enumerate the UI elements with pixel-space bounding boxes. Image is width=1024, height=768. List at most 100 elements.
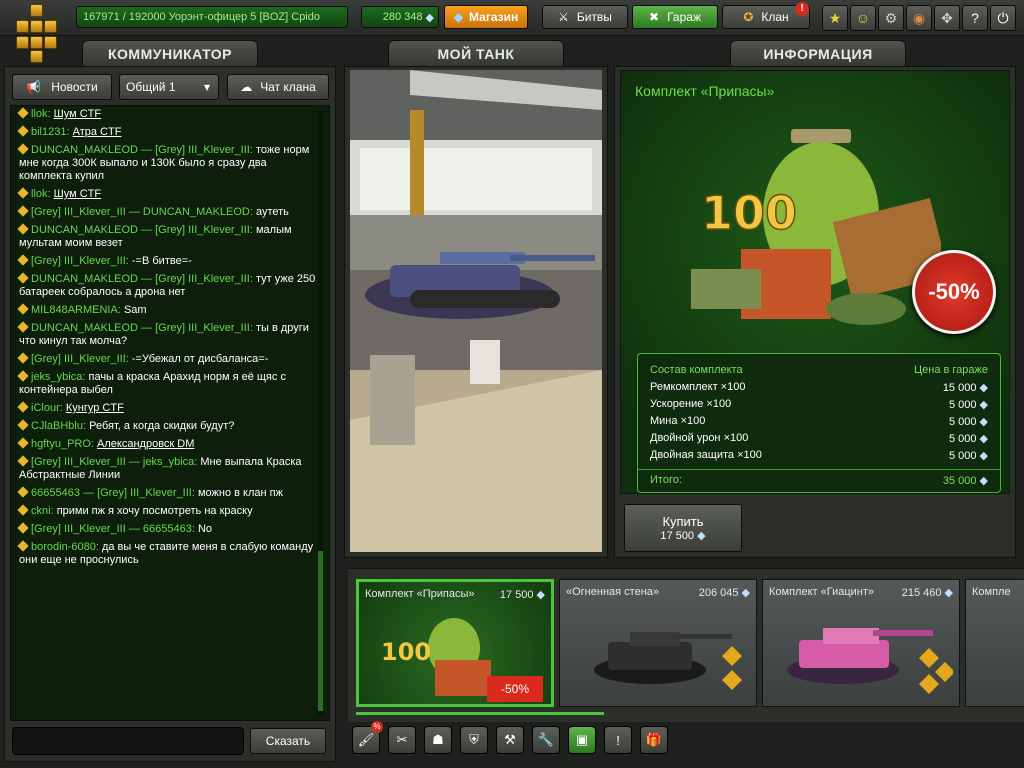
card-discount-badge: -50% xyxy=(487,676,543,702)
channel-select[interactable]: Общий 1 ▾ xyxy=(119,74,219,100)
card-price: 17 500 xyxy=(499,589,534,601)
chat-recipient[interactable]: jeks_ybica: xyxy=(143,456,197,468)
paint-category-icon[interactable]: 🖌% xyxy=(352,721,383,754)
crystal-icon: ◆ xyxy=(536,589,545,601)
chat-username[interactable]: 66655463 — xyxy=(31,487,94,499)
battles-button[interactable]: ⚔ Битвы xyxy=(542,5,628,29)
sound-icon[interactable]: ◉ xyxy=(906,5,932,31)
chat-username[interactable]: DUNCAN_MAKLEOD — xyxy=(31,273,152,285)
chat-text: -=Убежал от дисбаланса=- xyxy=(131,353,269,365)
discount-dot-icon: % xyxy=(371,721,383,733)
friends-icon[interactable]: ☺ xyxy=(850,5,876,31)
news-button[interactable]: 📢 Новости xyxy=(12,74,112,100)
kits-category-icon[interactable]: ▣ xyxy=(568,726,596,754)
help-icon[interactable]: ? xyxy=(962,5,988,31)
kit-item-price: 5 000 xyxy=(948,416,977,428)
chat-message: [Grey] III_Klever_III — DUNCAN_MAKLEOD: … xyxy=(11,204,329,222)
special-category-icon[interactable]: ! xyxy=(604,726,632,754)
chat-recipient[interactable]: 66655463: xyxy=(143,523,195,535)
crystal-icon: ◆ xyxy=(741,587,750,599)
scrollbar-thumb[interactable] xyxy=(318,551,323,711)
kit-item-row: Ускорение ×100 5 000 ◆ xyxy=(638,396,1000,413)
channel-value: Общий 1 xyxy=(126,80,176,94)
total-label: Итого: xyxy=(650,474,682,486)
chat-username[interactable]: DUNCAN_MAKLEOD — xyxy=(31,322,152,334)
chat-recipient[interactable]: [Grey] III_Klever_III: xyxy=(97,487,195,499)
settings-icon[interactable]: ⚙ xyxy=(878,5,904,31)
chat-username[interactable]: iClour: xyxy=(31,402,63,414)
kit-contents-table: Состав комплекта Цена в гараже Ремкомплек… xyxy=(637,353,1001,493)
chat-username[interactable]: bil1231: xyxy=(31,126,70,138)
chat-username[interactable]: borodin-6080: xyxy=(31,541,99,553)
clan-chat-button[interactable]: ☁ Чат клана xyxy=(227,74,329,100)
info-title: ИНФОРМАЦИЯ xyxy=(763,46,873,62)
chat-recipient[interactable]: [Grey] III_Klever_III: xyxy=(155,273,253,285)
drone-category-icon[interactable]: ☗ xyxy=(424,726,452,754)
chat-scrollbar[interactable] xyxy=(318,111,323,715)
upgrades-category-icon[interactable]: 🔧 xyxy=(532,726,560,754)
chat-message: DUNCAN_MAKLEOD — [Grey] III_Klever_III: … xyxy=(11,320,329,351)
shelf-card-hyacinth[interactable]: Комплект «Гиацинт» 215 460 ◆ xyxy=(762,579,960,707)
chat-username[interactable]: [Grey] III_Klever_III — xyxy=(31,206,140,218)
chat-username[interactable]: [Grey] III_Klever_III: xyxy=(31,255,129,267)
chat-recipient[interactable]: [Grey] III_Klever_III: xyxy=(155,322,253,334)
chat-battle-link[interactable]: Шум CTF xyxy=(54,188,101,200)
kit-item-name: Двойная защита ×100 xyxy=(650,449,762,461)
shop-button[interactable]: ◆ Магазин xyxy=(444,5,528,29)
kit-item-price: 5 000 xyxy=(948,399,977,411)
crystal-icon: ◆ xyxy=(425,11,434,24)
communicator-header: КОММУНИКАТОР xyxy=(82,40,258,68)
chat-recipient[interactable]: [Grey] III_Klever_III: xyxy=(155,224,253,236)
chat-username[interactable]: ckni: xyxy=(31,505,54,517)
chat-battle-link[interactable]: Шум CTF xyxy=(54,108,101,120)
thumb-amount: 100 xyxy=(381,638,431,666)
turret-category-icon[interactable]: ✂ xyxy=(388,726,416,754)
chat-recipient[interactable]: DUNCAN_MAKLEOD: xyxy=(143,206,253,218)
chat-username[interactable]: MIL848ARMENIA: xyxy=(31,304,121,316)
chat-username[interactable]: [Grey] III_Klever_III: xyxy=(31,353,129,365)
hammer-category-icon[interactable]: ⚒ xyxy=(496,726,524,754)
shelf-card-supplies[interactable]: Комплект «Припасы» 17 500 ◆ 100 -50% xyxy=(356,579,554,707)
chat-username[interactable]: llok: xyxy=(31,108,51,120)
garage-3d-view[interactable] xyxy=(350,70,602,552)
chat-username[interactable]: DUNCAN_MAKLEOD — xyxy=(31,144,152,156)
chat-battle-link[interactable]: Кунгур CTF xyxy=(66,402,124,414)
gift-category-icon[interactable]: 🎁 xyxy=(640,726,668,754)
buy-price: 17 500 xyxy=(660,530,695,542)
shop-label: Магазин xyxy=(469,10,519,24)
garage-button[interactable]: ✖ Гараж xyxy=(632,5,718,29)
chat-battle-link[interactable]: Атра CTF xyxy=(73,126,122,138)
chat-input[interactable] xyxy=(12,727,244,755)
discount-badge: -50% xyxy=(912,250,996,334)
exit-icon[interactable]: ⏻ xyxy=(990,5,1016,31)
star-icon[interactable]: ★ xyxy=(822,5,848,31)
chevron-down-icon: ▾ xyxy=(203,80,210,94)
chat-text: Ребят, а когда скидки будут? xyxy=(89,420,235,432)
chat-username[interactable]: [Grey] III_Klever_III — xyxy=(31,456,140,468)
say-button[interactable]: Сказать xyxy=(250,728,326,754)
crystal-balance: 280 348 ◆ xyxy=(361,6,439,28)
chat-message: borodin-6080: да вы че ставите меня в сл… xyxy=(11,539,329,570)
chat-username[interactable]: llok: xyxy=(31,188,51,200)
card-title: «Огненная стена» xyxy=(566,586,660,598)
chat-battle-link[interactable]: Александровск DM xyxy=(97,438,194,450)
card-title: Комплект «Припасы» xyxy=(365,588,475,600)
shelf-card-partial[interactable]: Компле xyxy=(965,579,1024,707)
chat-username[interactable]: DUNCAN_MAKLEOD — xyxy=(31,224,152,236)
chat-message: MIL848ARMENIA: Sam xyxy=(11,302,329,320)
fullscreen-icon[interactable]: ✥ xyxy=(934,5,960,31)
rank-icon xyxy=(17,486,29,498)
chat-username[interactable]: CJlaBHblu: xyxy=(31,420,86,432)
shelf-card-firewall[interactable]: «Огненная стена» 206 045 ◆ xyxy=(559,579,757,707)
protection-category-icon[interactable]: ⛨ xyxy=(460,726,488,754)
chat-message: bil1231: Атра CTF xyxy=(11,124,329,142)
game-logo[interactable] xyxy=(14,2,60,63)
kit-contents-heading: Состав комплекта xyxy=(650,364,743,376)
chat-recipient[interactable]: [Grey] III_Klever_III: xyxy=(155,144,253,156)
shelf-scroll-indicator[interactable] xyxy=(356,712,604,715)
chat-username[interactable]: jeks_ybica: xyxy=(31,371,85,383)
chat-username[interactable]: hgftyu_PRO: xyxy=(31,438,94,450)
hyacinth-tank-thumb xyxy=(787,628,953,694)
chat-username[interactable]: [Grey] III_Klever_III — xyxy=(31,523,140,535)
buy-button[interactable]: Купить 17 500 ◆ xyxy=(624,504,742,552)
